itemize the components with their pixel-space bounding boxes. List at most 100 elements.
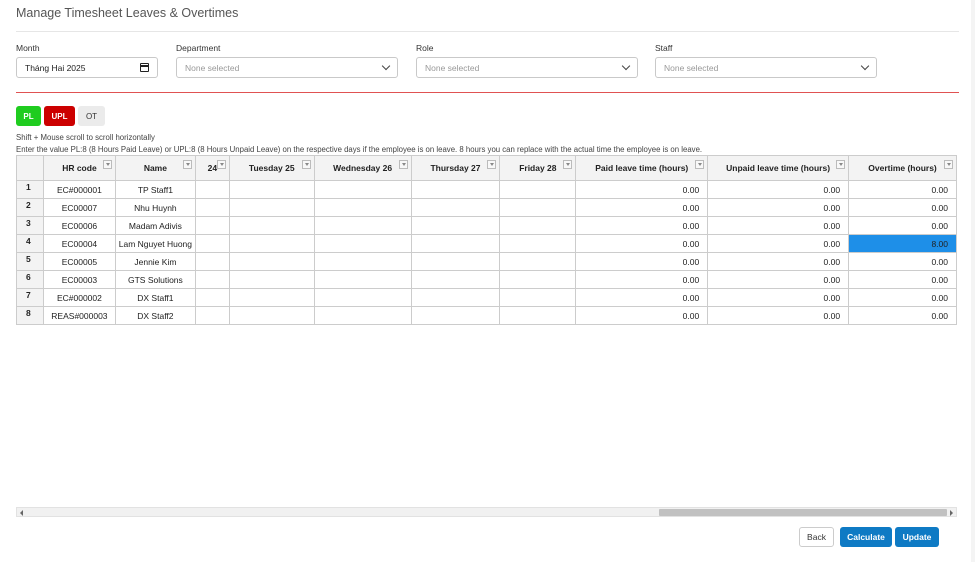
cell-day-24[interactable]: [194, 306, 230, 325]
cell-day-24[interactable]: [194, 180, 230, 199]
col-header-overtime[interactable]: Overtime (hours): [848, 155, 957, 181]
cell-unpaid-leave[interactable]: 0.00: [707, 270, 850, 289]
cell-friday-28[interactable]: [499, 216, 577, 235]
department-select[interactable]: None selected: [176, 57, 398, 78]
cell-hr-code[interactable]: EC00003: [42, 270, 116, 289]
row-number[interactable]: 2: [16, 198, 44, 217]
cell-thursday-27[interactable]: [410, 180, 501, 199]
cell-tuesday-25[interactable]: [228, 252, 315, 271]
horizontal-scrollbar[interactable]: [16, 507, 957, 517]
filter-icon[interactable]: [216, 160, 226, 169]
col-header-wednesday-26[interactable]: Wednesday 26: [313, 155, 412, 181]
cell-overtime[interactable]: 0.00: [848, 198, 957, 217]
cell-unpaid-leave[interactable]: 0.00: [707, 306, 850, 325]
cell-tuesday-25[interactable]: [228, 198, 315, 217]
cell-day-24[interactable]: [194, 252, 230, 271]
cell-wednesday-26[interactable]: [313, 198, 412, 217]
cell-friday-28[interactable]: [499, 180, 577, 199]
cell-name[interactable]: DX Staff1: [114, 288, 196, 307]
cell-overtime[interactable]: 0.00: [848, 216, 957, 235]
cell-hr-code[interactable]: EC00004: [42, 234, 116, 253]
col-header-hr-code[interactable]: HR code: [42, 155, 116, 181]
row-number[interactable]: 5: [16, 252, 44, 271]
cell-tuesday-25[interactable]: [228, 234, 315, 253]
cell-tuesday-25[interactable]: [228, 288, 315, 307]
scroll-right-icon[interactable]: [950, 510, 953, 516]
cell-thursday-27[interactable]: [410, 234, 501, 253]
cell-thursday-27[interactable]: [410, 306, 501, 325]
cell-day-24[interactable]: [194, 270, 230, 289]
cell-hr-code[interactable]: EC#000002: [42, 288, 116, 307]
cell-day-24[interactable]: [194, 288, 230, 307]
cell-paid-leave[interactable]: 0.00: [575, 234, 709, 253]
cell-tuesday-25[interactable]: [228, 216, 315, 235]
cell-tuesday-25[interactable]: [228, 270, 315, 289]
cell-unpaid-leave[interactable]: 0.00: [707, 198, 850, 217]
scroll-left-icon[interactable]: [20, 510, 23, 516]
cell-tuesday-25[interactable]: [228, 180, 315, 199]
timesheet-grid[interactable]: HR code Name 24 Tuesday 25 Wednesday 26 …: [16, 155, 957, 507]
col-header-name[interactable]: Name: [114, 155, 196, 181]
cell-overtime[interactable]: 8.00: [848, 234, 957, 253]
cell-hr-code[interactable]: EC00006: [42, 216, 116, 235]
filter-icon[interactable]: [398, 160, 408, 169]
row-number[interactable]: 7: [16, 288, 44, 307]
col-header-friday-28[interactable]: Friday 28: [499, 155, 577, 181]
filter-icon[interactable]: [301, 160, 311, 169]
cell-thursday-27[interactable]: [410, 288, 501, 307]
col-header-thursday-27[interactable]: Thursday 27: [410, 155, 501, 181]
cell-overtime[interactable]: 0.00: [848, 288, 957, 307]
cell-unpaid-leave[interactable]: 0.00: [707, 252, 850, 271]
cell-overtime[interactable]: 0.00: [848, 252, 957, 271]
col-header-unpaid-leave[interactable]: Unpaid leave time (hours): [707, 155, 850, 181]
row-number[interactable]: 8: [16, 306, 44, 325]
cell-name[interactable]: Madam Adivis: [114, 216, 196, 235]
role-select[interactable]: None selected: [416, 57, 638, 78]
cell-thursday-27[interactable]: [410, 252, 501, 271]
cell-paid-leave[interactable]: 0.00: [575, 252, 709, 271]
cell-paid-leave[interactable]: 0.00: [575, 306, 709, 325]
filter-icon[interactable]: [695, 160, 705, 169]
cell-name[interactable]: Nhu Huynh: [114, 198, 196, 217]
cell-hr-code[interactable]: EC00007: [42, 198, 116, 217]
cell-name[interactable]: GTS Solutions: [114, 270, 196, 289]
cell-day-24[interactable]: [194, 216, 230, 235]
filter-icon[interactable]: [182, 160, 192, 169]
filter-icon[interactable]: [487, 160, 497, 169]
cell-wednesday-26[interactable]: [313, 252, 412, 271]
cell-thursday-27[interactable]: [410, 198, 501, 217]
cell-name[interactable]: Jennie Kim: [114, 252, 196, 271]
cell-overtime[interactable]: 0.00: [848, 270, 957, 289]
cell-paid-leave[interactable]: 0.00: [575, 216, 709, 235]
scrollbar-thumb[interactable]: [659, 509, 947, 516]
filter-icon[interactable]: [563, 160, 573, 169]
cell-paid-leave[interactable]: 0.00: [575, 180, 709, 199]
legend-pl-button[interactable]: PL: [16, 106, 41, 126]
col-header-paid-leave[interactable]: Paid leave time (hours): [575, 155, 709, 181]
staff-select[interactable]: None selected: [655, 57, 877, 78]
cell-wednesday-26[interactable]: [313, 234, 412, 253]
cell-tuesday-25[interactable]: [228, 306, 315, 325]
cell-unpaid-leave[interactable]: 0.00: [707, 234, 850, 253]
vertical-scrollbar[interactable]: [971, 0, 975, 562]
row-number[interactable]: 4: [16, 234, 44, 253]
row-number[interactable]: 3: [16, 216, 44, 235]
cell-wednesday-26[interactable]: [313, 288, 412, 307]
cell-wednesday-26[interactable]: [313, 180, 412, 199]
row-number[interactable]: 1: [16, 180, 44, 199]
calculate-button[interactable]: Calculate: [840, 527, 892, 547]
cell-friday-28[interactable]: [499, 252, 577, 271]
cell-name[interactable]: DX Staff2: [114, 306, 196, 325]
cell-friday-28[interactable]: [499, 234, 577, 253]
cell-name[interactable]: Lam Nguyet Huong: [114, 234, 196, 253]
filter-icon[interactable]: [102, 160, 112, 169]
month-picker[interactable]: Tháng Hai 2025: [16, 57, 158, 78]
cell-thursday-27[interactable]: [410, 270, 501, 289]
back-button[interactable]: Back: [799, 527, 834, 547]
cell-friday-28[interactable]: [499, 288, 577, 307]
filter-icon[interactable]: [944, 160, 953, 169]
cell-friday-28[interactable]: [499, 270, 577, 289]
cell-hr-code[interactable]: EC00005: [42, 252, 116, 271]
cell-friday-28[interactable]: [499, 306, 577, 325]
cell-hr-code[interactable]: EC#000001: [42, 180, 116, 199]
